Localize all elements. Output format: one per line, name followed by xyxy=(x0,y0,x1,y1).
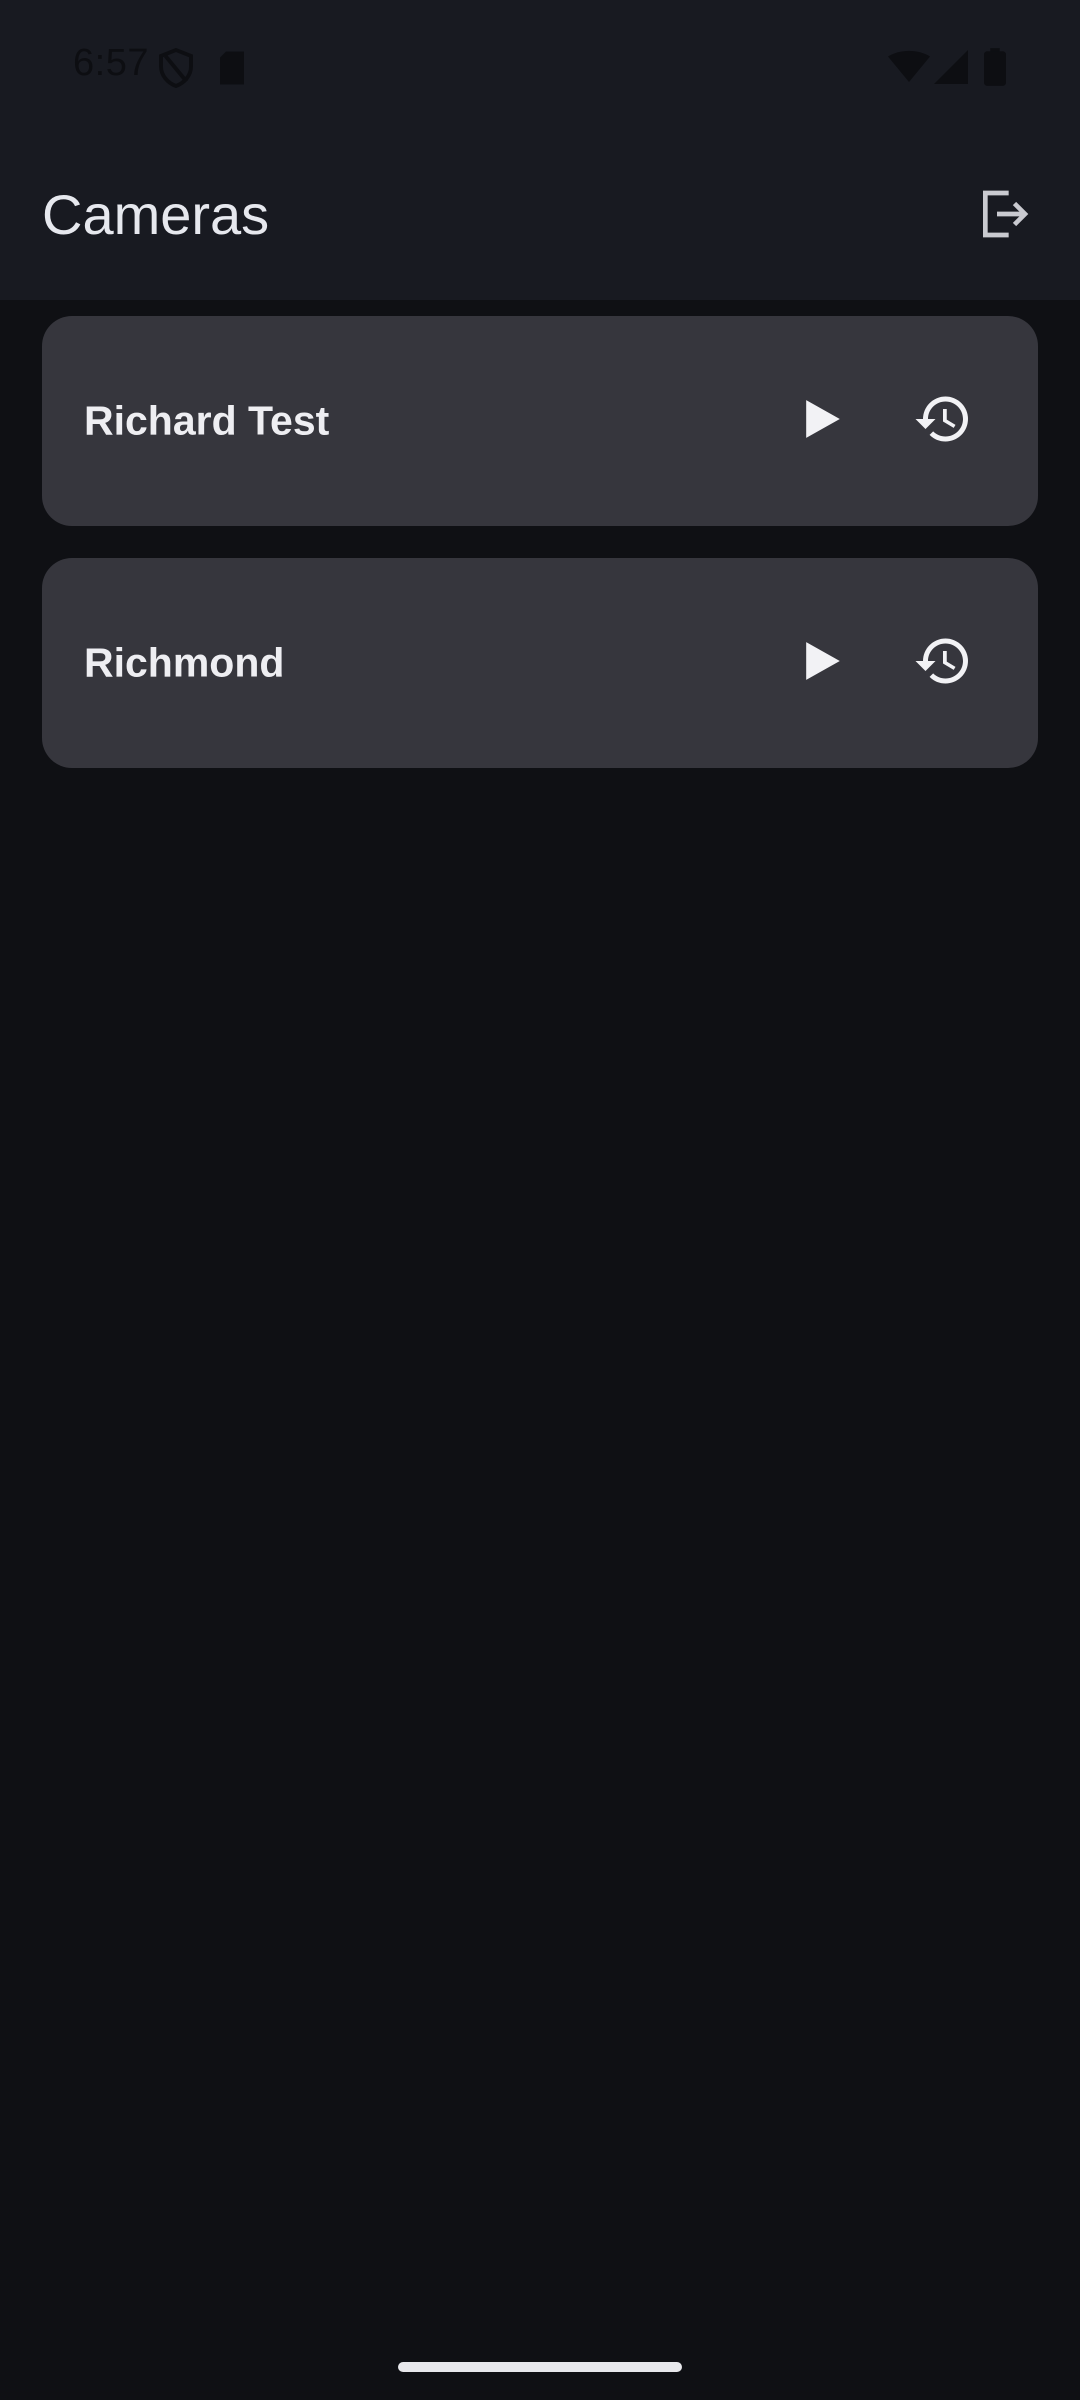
play-button[interactable] xyxy=(778,618,868,708)
sdcard-icon xyxy=(216,50,248,86)
gesture-nav-bar[interactable] xyxy=(398,2362,682,2372)
camera-name: Richard Test xyxy=(84,397,330,444)
play-button[interactable] xyxy=(778,376,868,466)
history-button[interactable] xyxy=(898,618,988,708)
shield-icon xyxy=(158,47,194,89)
camera-card[interactable]: Richard Test xyxy=(42,316,1038,526)
battery-icon xyxy=(984,48,1006,86)
logout-icon xyxy=(976,186,1032,247)
camera-card[interactable]: Richmond xyxy=(42,558,1038,768)
screen: 6:57 Cameras Richard Test Richmond xyxy=(0,0,1080,2400)
app-bar: Cameras xyxy=(0,132,1080,300)
history-icon xyxy=(913,631,973,696)
status-time: 6:57 xyxy=(73,42,149,84)
camera-list: Richard Test Richmond xyxy=(42,316,1038,800)
play-icon xyxy=(804,640,842,687)
page-title: Cameras xyxy=(42,183,270,246)
history-icon xyxy=(913,389,973,454)
signal-icon xyxy=(934,50,968,84)
status-bar: 6:57 xyxy=(0,0,1080,132)
logout-button[interactable] xyxy=(966,178,1042,254)
wifi-icon xyxy=(888,50,930,84)
history-button[interactable] xyxy=(898,376,988,466)
play-icon xyxy=(804,398,842,445)
camera-name: Richmond xyxy=(84,639,285,686)
